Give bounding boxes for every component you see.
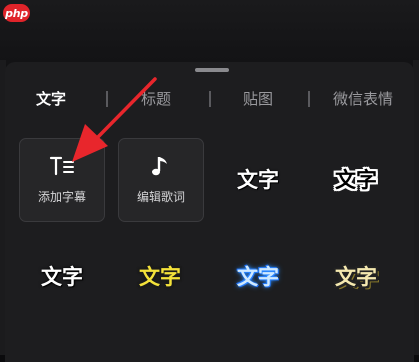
text-style-preset[interactable]: 文字: [17, 262, 107, 292]
text-style-preset[interactable]: 文字: [311, 165, 401, 195]
add-subtitle-button[interactable]: 添加字幕: [19, 138, 105, 222]
edit-lyrics-button[interactable]: 编辑歌词: [118, 138, 204, 222]
text-lines-icon: [20, 153, 104, 179]
tab-text[interactable]: 文字: [36, 84, 66, 114]
add-subtitle-label: 添加字幕: [37, 190, 86, 204]
tab-title[interactable]: 标题: [141, 84, 171, 114]
tab-divider: [308, 91, 310, 107]
text-style-preset[interactable]: 文字: [115, 262, 205, 292]
text-style-preset[interactable]: 文字: [311, 262, 401, 292]
edit-lyrics-label: 编辑歌词: [136, 190, 185, 204]
app-background: [0, 0, 419, 70]
text-style-preset[interactable]: 文字: [213, 165, 303, 195]
tab-sticker[interactable]: 贴图: [243, 84, 273, 114]
watermark-text: php: [5, 6, 28, 20]
tab-wechat-emoji[interactable]: 微信表情: [333, 84, 393, 114]
watermark-logo: php: [3, 4, 30, 22]
text-style-preset[interactable]: 文字: [213, 262, 303, 292]
bottom-sheet: 文字 标题 贴图 微信表情 添加字幕 编辑歌词 文字 文字 文字 文字 文字 文…: [5, 62, 414, 362]
tab-divider: [209, 91, 211, 107]
music-note-icon: [119, 153, 203, 179]
tab-bar: 文字 标题 贴图 微信表情: [5, 84, 414, 114]
tab-divider: [106, 91, 108, 107]
sheet-drag-handle[interactable]: [195, 68, 229, 72]
